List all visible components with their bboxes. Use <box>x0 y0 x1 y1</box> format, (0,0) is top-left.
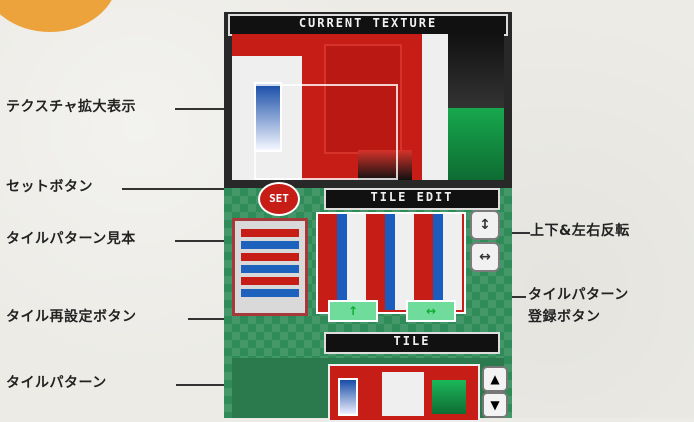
current-texture-title: CURRENT TEXTURE <box>228 14 508 36</box>
callout-flip: 上下&左右反転 <box>530 223 630 239</box>
tile-pattern-preview <box>328 364 480 422</box>
texture-zoom-view <box>232 34 504 180</box>
callout-set-button: セットボタン <box>6 179 93 195</box>
callout-tile-pattern: タイルパターン <box>6 375 107 391</box>
tile-reset-button[interactable]: ↑ <box>328 300 378 322</box>
strip-up-button[interactable]: ▲ <box>482 366 508 392</box>
tile-pattern-strip: ▲ ▼ <box>232 358 508 422</box>
callout-tile-reset-button: タイル再設定ボタン <box>6 309 137 325</box>
set-button[interactable]: SET <box>258 182 300 216</box>
bottom-screen: TILE EDIT SET ↕ ↔ ↑ ↔ TILE ▲ ▼ <box>224 182 512 422</box>
callout-register-line2: 登録ボタン <box>528 309 601 325</box>
callout-tile-pattern-sample: タイルパターン見本 <box>6 231 136 247</box>
ds-screen: CURRENT TEXTURE TILE EDIT SET ↕ ↔ ↑ ↔ TI… <box>224 12 512 422</box>
tile-pattern-sample <box>232 218 308 316</box>
tile-edit-title: TILE EDIT <box>324 188 500 210</box>
tile-edit-grid[interactable] <box>316 212 466 314</box>
zoom-frame <box>254 84 398 180</box>
flip-vertical-button[interactable]: ↕ <box>470 210 500 240</box>
tile-register-button[interactable]: ↔ <box>406 300 456 322</box>
flip-horizontal-button[interactable]: ↔ <box>470 242 500 272</box>
strip-down-button[interactable]: ▼ <box>482 392 508 418</box>
callout-texture-zoom: テクスチャ拡大表示 <box>6 99 136 115</box>
callout-register-line1: タイルパターン <box>528 287 629 303</box>
top-screen: CURRENT TEXTURE <box>224 12 512 188</box>
tile-title: TILE <box>324 332 500 354</box>
